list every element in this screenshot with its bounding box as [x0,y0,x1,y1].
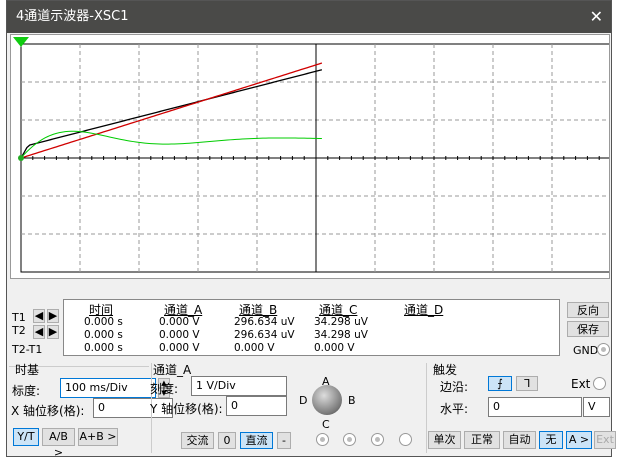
channel-title: 通道_A [153,363,192,377]
readout-cell: 296.634 uV [234,316,295,328]
timebase-scale-label: 标度: [12,384,41,398]
ab-mode-button[interactable]: A/B > [42,428,75,459]
falling-edge-icon[interactable]: ᒣ [516,376,538,391]
zero-coupling-button[interactable]: 0 [218,432,236,449]
readout-cell: 296.634 uV [234,329,295,341]
gnd-label: GND [573,344,599,357]
trigger-title: 触发 [433,363,458,377]
close-icon[interactable]: ✕ [590,1,603,33]
t2-t1-label: T2-T1 [12,343,43,356]
timebase-title: 时基 [15,363,40,377]
readout-cell: 0.000 V [159,316,200,328]
t1-left-arrow-icon[interactable]: ◀ [33,309,45,323]
trigger-ext-button[interactable]: Ext [594,431,616,449]
readout-cell: 34.298 uV [314,329,368,341]
normal-button[interactable]: 正常 [464,431,500,449]
invert-button[interactable]: - [277,432,291,449]
scope-display [10,34,612,279]
readout-cell: 0.000 s [84,342,123,354]
readout-cell: 0.000 s [84,329,123,341]
channel-b-radio[interactable] [343,433,356,446]
channel-scale-input[interactable]: 1 V/Div [191,376,287,396]
gnd-radio[interactable] [597,343,610,356]
channel-selector-knob[interactable] [312,385,342,415]
readout-cell: 0.000 V [234,342,275,354]
cursor-controls: T1 ◀ ▶ T2 ◀ ▶ T2-T1 [10,297,60,357]
scope-grid [13,37,612,273]
yt-mode-button[interactable]: Y/T [13,428,39,446]
knob-label-b: B [348,394,356,407]
edge-label: 边沿: [440,380,469,394]
timebase-scale-input[interactable]: 100 ms/Div [60,378,156,398]
ext-trigger-radio[interactable] [593,377,606,390]
readout-cell: 0.000 s [84,316,123,328]
rising-edge-icon[interactable]: ⨍ [488,376,512,391]
y-position-label: Y 轴位移(格): [150,402,223,416]
window-title: 4通道示波器-XSC1 [16,9,129,24]
trigger-unit-select[interactable]: V [583,397,610,417]
channel-a-radio[interactable] [316,433,329,446]
readout-cell: 0.000 V [314,342,355,354]
t1-label: T1 [12,311,26,324]
channel-c-radio[interactable] [371,433,384,446]
oscilloscope-window: 4通道示波器-XSC1 ✕ T1 ◀ ▶ T2 ◀ ▶ T2-T1 时间 通道_A 通… [6,0,616,459]
level-label: 水平: [440,402,469,416]
single-button[interactable]: 单次 [428,431,461,449]
none-button[interactable]: 无 [539,431,563,449]
a-plus-b-mode-button[interactable]: A+B > [78,428,118,446]
x-position-label: X 轴位移(格): [11,404,85,418]
readout-cell: 34.298 uV [314,316,368,328]
readout-cell: 0.000 V [159,329,200,341]
t2-right-arrow-icon[interactable]: ▶ [47,325,59,339]
channel-scale-label: 刻度: [150,382,179,396]
ac-coupling-button[interactable]: 交流 [181,432,214,449]
channel-d-radio[interactable] [399,433,412,446]
trigger-a-button[interactable]: A > [566,431,592,449]
knob-label-c: C [322,418,330,431]
reverse-button[interactable]: 反向 [567,302,609,318]
save-button[interactable]: 保存 [567,321,609,337]
trigger-level-input[interactable]: 0 [488,397,582,417]
dc-coupling-button[interactable]: 直流 [240,432,273,449]
t2-label: T2 [12,324,26,337]
knob-label-d: D [299,394,308,407]
y-position-input[interactable]: 0 [226,396,287,416]
origin-marker [18,155,24,161]
title-bar: 4通道示波器-XSC1 ✕ [7,1,611,33]
t2-left-arrow-icon[interactable]: ◀ [33,325,45,339]
readout-header: 通道_D [404,303,444,317]
t1-right-arrow-icon[interactable]: ▶ [47,309,59,323]
auto-button[interactable]: 自动 [503,431,536,449]
readout-cell: 0.000 V [159,342,200,354]
ext-label: Ext [571,377,591,391]
readout-table: 时间 通道_A 通道_B 通道_C 通道_D 0.000 s 0.000 V 296.634 … [63,299,560,356]
